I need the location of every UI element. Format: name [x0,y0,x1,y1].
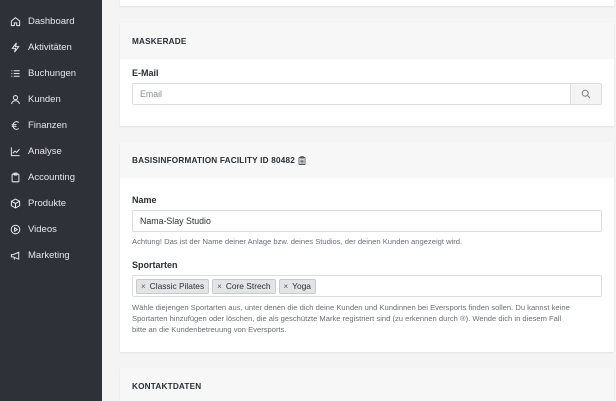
sport-tag[interactable]: × Yoga [278,278,316,294]
remove-tag-icon[interactable]: × [141,282,146,291]
sport-tag-label: Yoga [292,281,311,291]
kontakt-card: KONTAKTDATEN [120,368,614,401]
kontakt-header: KONTAKTDATEN [120,368,614,401]
sidebar-item-label: Videos [28,223,57,235]
clipboard-icon[interactable] [298,155,306,165]
sidebar-item-label: Accounting [28,171,76,183]
sportarten-label: Sportarten [132,260,178,270]
sport-tag[interactable]: × Classic Pilates [136,278,210,294]
email-field[interactable]: Email [132,83,571,105]
sidebar-item-label: Analyse [28,145,62,157]
sidebar-item-analyse[interactable]: Analyse [0,138,102,164]
sidebar-item-label: Dashboard [28,15,75,27]
basis-card: BASISINFORMATION FACILITY ID 80482 Name … [120,142,614,352]
sidebar-item-accounting[interactable]: Accounting [0,164,102,190]
search-icon [581,89,591,99]
user-icon [11,94,20,104]
sidebar-item-label: Buchungen [28,67,77,79]
list-icon [11,69,20,77]
sidebar-item-label: Kunden [28,93,61,105]
home-icon [10,16,21,26]
sidebar-item-label: Produkte [28,197,67,209]
sportarten-help-line: bitte an die Kundenbetreuung von Everspo… [132,325,287,334]
chart-icon [10,146,20,156]
sidebar-item-aktivitaeten[interactable]: Aktivitäten [0,34,102,60]
email-search-button[interactable] [571,83,602,105]
remove-tag-icon[interactable]: × [217,282,222,291]
sidebar: Dashboard Aktivitäten Buchungen Kunden F… [0,0,102,401]
sportarten-help-text: Wähle diejengen Sportarten aus, unter de… [132,302,602,335]
sidebar-item-kunden[interactable]: Kunden [0,86,102,112]
sport-tag[interactable]: × Core Strech [212,278,276,294]
email-input-group: Email [132,83,602,105]
sidebar-item-videos[interactable]: Videos [0,216,102,242]
basis-title: BASISINFORMATION FACILITY ID 80482 [132,155,295,165]
email-label: E-Mail [132,68,159,78]
maskerade-card: MASKERADE E-Mail Email [120,23,614,126]
sidebar-item-finanzen[interactable]: Finanzen [0,112,102,138]
remove-tag-icon[interactable]: × [284,282,289,291]
sport-tag-label: Core Strech [225,281,271,291]
sidebar-item-label: Finanzen [28,119,68,131]
name-help-text: Achtung! Das ist der Name deiner Anlage … [132,237,463,246]
previous-card [120,0,614,6]
megaphone-icon [10,251,20,260]
sidebar-item-marketing[interactable]: Marketing [0,242,102,268]
euro-icon [11,120,20,130]
main-content: MASKERADE E-Mail Email BASISINFORMATION … [102,0,616,401]
sidebar-item-produkte[interactable]: Produkte [0,190,102,216]
sidebar-item-label: Marketing [28,249,70,261]
lightning-icon [11,42,20,52]
basis-header: BASISINFORMATION FACILITY ID 80482 [120,142,614,178]
maskerade-header: MASKERADE [120,23,614,59]
box-icon [10,198,21,208]
play-circle-icon [10,224,21,234]
clipboard-icon [11,172,20,182]
sportarten-help-line: Sportarten hinzufügen oder löschen, die … [132,314,562,323]
sidebar-item-label: Aktivitäten [28,41,72,53]
name-label: Name [132,195,157,205]
sportarten-help-line: Wähle diejengen Sportarten aus, unter de… [132,303,570,312]
name-field[interactable]: Nama-Slay Studio [132,210,602,232]
sport-tag-label: Classic Pilates [149,281,205,291]
sidebar-item-buchungen[interactable]: Buchungen [0,60,102,86]
sidebar-item-dashboard[interactable]: Dashboard [0,8,102,34]
sportarten-field[interactable]: × Classic Pilates × Core Strech × Yoga [132,275,602,297]
